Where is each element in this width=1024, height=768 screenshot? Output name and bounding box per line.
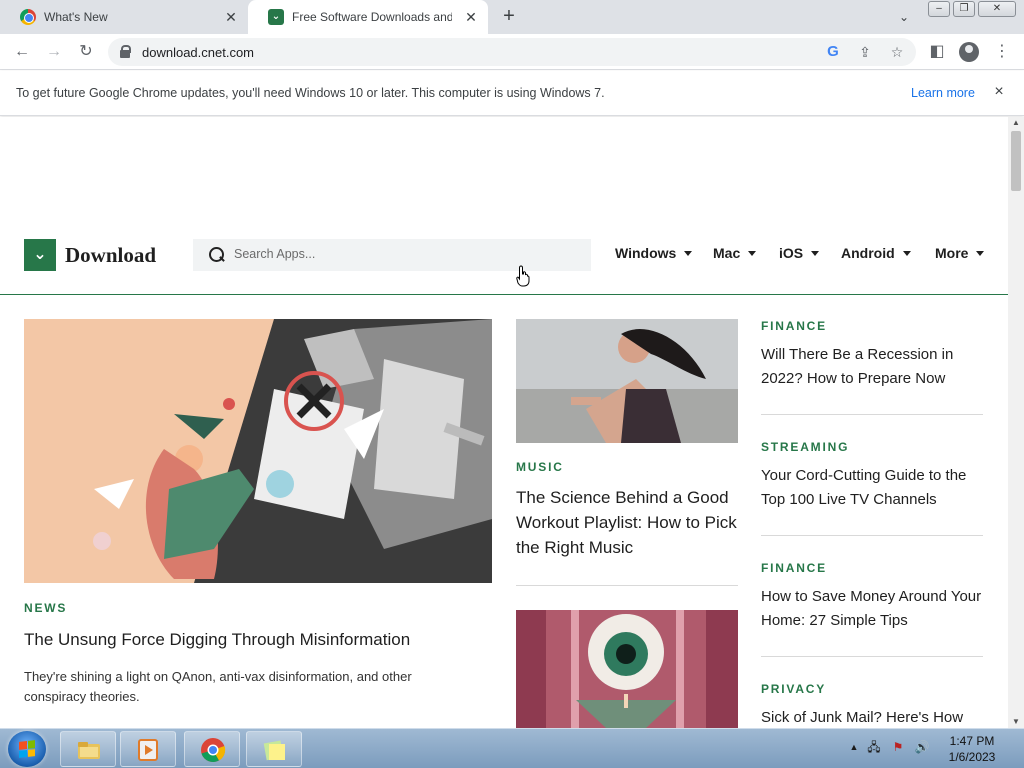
taskbar-media-player[interactable] <box>120 731 176 767</box>
nav-windows[interactable]: Windows <box>615 245 693 261</box>
divider <box>761 414 983 415</box>
divider <box>761 656 983 657</box>
eye-article-image[interactable] <box>516 610 738 728</box>
windows-logo-icon <box>19 740 35 758</box>
infobar-message: To get future Google Chrome updates, you… <box>16 86 605 100</box>
clock-date: 1/6/2023 <box>948 750 996 764</box>
kebab-menu-icon[interactable]: ⋮ <box>992 42 1012 62</box>
scroll-up-arrow-icon[interactable]: ▲ <box>1008 117 1024 129</box>
divider <box>516 585 738 586</box>
media-player-icon <box>138 739 158 761</box>
learn-more-link[interactable]: Learn more <box>911 86 975 100</box>
show-hidden-icons-arrow[interactable]: ▲ <box>846 739 862 755</box>
caret-down-icon <box>976 251 985 256</box>
page-viewport: ⌄ Download Windows Mac iOS Android More <box>0 117 1008 728</box>
download-logo-icon[interactable]: ⌄ <box>24 239 56 271</box>
divider <box>761 535 983 536</box>
music-article-title[interactable]: The Science Behind a Good Workout Playli… <box>516 485 742 560</box>
article-category[interactable]: PRIVACY <box>761 682 826 696</box>
tab-whats-new[interactable]: What's New ✕ <box>0 0 248 34</box>
right-article-title[interactable]: Your Cord-Cutting Guide to the Top 100 L… <box>761 464 983 512</box>
article-category[interactable]: NEWS <box>24 601 67 615</box>
search-input[interactable] <box>234 247 574 261</box>
close-tab-icon[interactable]: ✕ <box>224 10 238 24</box>
profile-avatar-icon[interactable] <box>959 42 979 62</box>
chrome-icon <box>201 738 226 763</box>
clock-time: 1:47 PM <box>949 734 995 748</box>
tab-strip: What's New ✕ ⌄ Free Software Downloads a… <box>0 0 1024 34</box>
system-clock[interactable]: 1:47 PM 1/6/2023 <box>932 733 1012 765</box>
music-article-image[interactable] <box>516 319 738 443</box>
reload-icon[interactable]: ↻ <box>76 42 96 62</box>
nav-mac[interactable]: Mac <box>713 245 757 261</box>
caret-down-icon <box>811 251 820 256</box>
chrome-icon <box>20 9 36 25</box>
windows-taskbar: ▲ 🖧 ⚑ 🔊 1:47 PM 1/6/2023 <box>0 728 1024 768</box>
taskbar-chrome[interactable] <box>184 731 240 767</box>
scroll-down-arrow-icon[interactable]: ▼ <box>1008 716 1024 728</box>
close-window-button[interactable]: ✕ <box>978 1 1016 17</box>
search-icon[interactable] <box>209 247 224 262</box>
caret-down-icon <box>684 251 693 256</box>
tab-search-chevron-icon[interactable]: ⌄ <box>896 10 912 24</box>
close-tab-icon[interactable]: ✕ <box>464 10 478 24</box>
lock-icon[interactable] <box>120 45 131 58</box>
tab-title: Free Software Downloads and Re <box>292 10 452 24</box>
new-tab-button[interactable]: + <box>498 6 520 27</box>
back-arrow-icon[interactable]: ← <box>12 42 32 62</box>
article-category[interactable]: STREAMING <box>761 440 849 454</box>
download-logo-icon: ⌄ <box>268 9 284 25</box>
page-scrollbar[interactable]: ▲ ▼ <box>1008 117 1024 728</box>
start-button[interactable] <box>8 731 46 767</box>
feature-article-title[interactable]: The Unsung Force Digging Through Misinfo… <box>24 629 492 651</box>
taskbar-sticky-notes[interactable] <box>246 731 302 767</box>
forward-arrow-icon[interactable]: → <box>44 42 64 62</box>
browser-toolbar: ← → ↻ download.cnet.com G ⇪ ☆ ◧ ⋮ <box>0 34 1024 70</box>
scrollbar-thumb[interactable] <box>1011 131 1021 191</box>
article-category[interactable]: FINANCE <box>761 319 827 333</box>
site-logo-text[interactable]: Download <box>65 243 156 268</box>
network-icon[interactable]: 🖧 <box>866 739 882 755</box>
address-bar[interactable]: download.cnet.com G ⇪ ☆ <box>108 38 916 66</box>
right-article-title[interactable]: How to Save Money Around Your Home: 27 S… <box>761 585 983 633</box>
nav-android[interactable]: Android <box>841 245 911 261</box>
update-infobar: To get future Google Chrome updates, you… <box>0 71 1024 116</box>
taskbar-explorer[interactable] <box>60 731 116 767</box>
nav-ios[interactable]: iOS <box>779 245 820 261</box>
caret-down-icon <box>748 251 757 256</box>
sticky-notes-icon <box>263 740 285 761</box>
right-article-title[interactable]: Sick of Junk Mail? Here's How <box>761 706 983 728</box>
close-infobar-icon[interactable]: × <box>990 83 1008 101</box>
share-icon[interactable]: ⇪ <box>856 43 874 61</box>
site-header: ⌄ Download Windows Mac iOS Android More <box>0 235 1008 295</box>
article-category[interactable]: MUSIC <box>516 460 564 474</box>
right-article-title[interactable]: Will There Be a Recession in 2022? How t… <box>761 343 983 391</box>
google-lens-icon[interactable]: G <box>824 43 842 61</box>
bookmark-star-icon[interactable]: ☆ <box>888 43 906 61</box>
url-text[interactable]: download.cnet.com <box>142 45 254 60</box>
tab-download[interactable]: ⌄ Free Software Downloads and Re ✕ <box>248 0 488 34</box>
minimize-button[interactable]: – <box>928 1 950 17</box>
volume-icon[interactable]: 🔊 <box>914 739 930 755</box>
feature-article-summary: They're shining a light on QAnon, anti-v… <box>24 669 412 704</box>
hand-cursor-icon <box>516 265 530 287</box>
action-center-flag-icon[interactable]: ⚑ <box>890 739 906 755</box>
caret-down-icon <box>902 251 911 256</box>
article-category[interactable]: FINANCE <box>761 561 827 575</box>
search-apps-box[interactable] <box>193 239 591 271</box>
folder-icon <box>78 742 100 759</box>
restore-button[interactable]: ❐ <box>953 1 975 17</box>
tab-title: What's New <box>44 10 108 24</box>
nav-more[interactable]: More <box>935 245 985 261</box>
side-panel-icon[interactable]: ◧ <box>927 42 947 62</box>
feature-article-image[interactable] <box>24 319 492 583</box>
